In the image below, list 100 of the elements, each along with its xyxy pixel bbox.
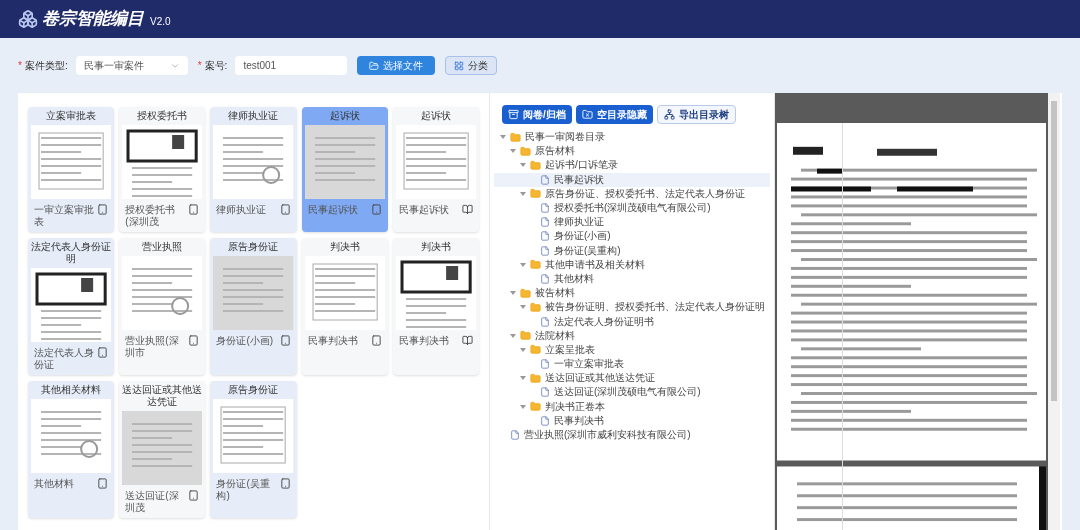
thumbnail-card[interactable]: 起诉状 民事起诉状 bbox=[392, 107, 479, 232]
thumbnail-card[interactable]: 原告身份证 身份证(小画) bbox=[210, 238, 297, 375]
tree-item[interactable]: 起诉书/口诉笔录 bbox=[494, 158, 770, 173]
select-file-button[interactable]: 选择文件 bbox=[357, 56, 436, 75]
tree-item[interactable]: 律师执业证 bbox=[494, 215, 770, 230]
required-mark: * bbox=[197, 59, 202, 73]
tree-item[interactable]: 营业执照(深圳市威利安科技有限公司) bbox=[494, 427, 770, 443]
tablet-icon[interactable] bbox=[97, 204, 109, 215]
tree-label: 法院材料 bbox=[535, 329, 575, 342]
card-label: 律师执业证 bbox=[216, 204, 267, 216]
thumbnail-card[interactable]: 法定代表人身份证明 法定代表人身份证 bbox=[28, 238, 115, 375]
folder-icon bbox=[530, 401, 541, 413]
tablet-icon[interactable] bbox=[188, 490, 200, 501]
tree-item[interactable]: 其他材料 bbox=[494, 271, 770, 287]
tree-item[interactable]: 身份证(吴重构) bbox=[494, 243, 770, 258]
card-title: 送达回证或其他送达凭证 bbox=[122, 384, 203, 408]
folder-icon bbox=[530, 259, 541, 271]
folder-icon bbox=[520, 330, 531, 342]
tree-item[interactable]: 一审立案审批表 bbox=[494, 357, 770, 372]
scrollbar-thumb[interactable] bbox=[1051, 101, 1057, 401]
card-label: 身份证(吴重构) bbox=[216, 478, 271, 502]
caret-icon[interactable] bbox=[520, 403, 526, 410]
tree-label: 其他申请书及相关材料 bbox=[545, 258, 645, 271]
thumbnail-card[interactable]: 授权委托书 授权委托书(深圳茂 bbox=[119, 107, 206, 232]
file-icon bbox=[540, 415, 550, 426]
tree-item[interactable]: 原告材料 bbox=[494, 144, 770, 159]
tree-label: 送达回证或其他送达凭证 bbox=[545, 372, 655, 385]
thumbnail-card[interactable]: 立案审批表 一审立案审批表 bbox=[28, 107, 115, 232]
tablet-icon[interactable] bbox=[370, 335, 382, 346]
folder-icon bbox=[520, 145, 531, 157]
card-label: 民事判决书 bbox=[398, 335, 449, 347]
file-icon bbox=[540, 245, 550, 256]
tablet-icon[interactable] bbox=[188, 204, 200, 215]
thumbnail-card[interactable]: 其他相关材料 其他材料 bbox=[28, 381, 115, 518]
tree-label: 律师执业证 bbox=[554, 216, 604, 229]
required-mark: * bbox=[18, 59, 22, 73]
toolbar-button[interactable]: 空目录隐藏 bbox=[575, 105, 653, 124]
tree-item[interactable]: 原告身份证、授权委托书、法定代表人身份证 bbox=[494, 186, 770, 201]
tree-item[interactable]: 民事判决书 bbox=[494, 413, 770, 428]
caret-icon[interactable] bbox=[520, 261, 526, 268]
toolbar-button[interactable]: 导出目录树 bbox=[656, 105, 736, 124]
file-icon bbox=[540, 316, 550, 327]
tree-item[interactable]: 判决书正卷本 bbox=[494, 399, 770, 414]
thumbnail-card[interactable]: 送达回证或其他送达凭证 送达回证(深圳茂 bbox=[119, 381, 206, 518]
tablet-icon[interactable] bbox=[97, 478, 109, 489]
card-title: 营业执照 bbox=[141, 241, 184, 253]
tablet-icon[interactable] bbox=[279, 204, 291, 215]
card-title: 原告身份证 bbox=[227, 384, 280, 396]
tree-item[interactable]: 立案呈批表 bbox=[494, 342, 770, 357]
file-icon bbox=[540, 273, 550, 284]
case-number-label: 案号: bbox=[204, 59, 228, 73]
tree-item[interactable]: 送达回证或其他送达凭证 bbox=[494, 371, 770, 386]
tablet-icon[interactable] bbox=[279, 335, 291, 346]
tree-label: 起诉书/口诉笔录 bbox=[545, 159, 618, 172]
folder-icon bbox=[530, 344, 541, 356]
tree-label: 立案呈批表 bbox=[545, 343, 595, 356]
app-title: 卷宗智能编目 bbox=[42, 8, 144, 31]
tree-label: 被告材料 bbox=[535, 287, 575, 300]
folder-icon bbox=[581, 109, 593, 120]
thumbnail-card[interactable]: 判决书 民事判决书 bbox=[301, 238, 388, 375]
tree-item[interactable]: 身份证(小画) bbox=[494, 229, 770, 244]
tablet-icon[interactable] bbox=[370, 204, 382, 215]
tablet-icon[interactable] bbox=[188, 335, 200, 346]
file-icon bbox=[540, 203, 550, 214]
tree-item[interactable]: 被告材料 bbox=[494, 286, 770, 301]
tree-label: 身份证(吴重构) bbox=[554, 244, 621, 257]
caret-icon[interactable] bbox=[520, 375, 526, 382]
book-icon[interactable] bbox=[462, 335, 473, 346]
file-icon bbox=[540, 217, 550, 228]
tree-item[interactable]: 被告身份证明、授权委托书、法定代表人身份证明 bbox=[494, 300, 770, 315]
classify-button[interactable]: 分类 bbox=[445, 56, 498, 75]
tree-item[interactable]: 法院材料 bbox=[494, 328, 770, 343]
tablet-icon[interactable] bbox=[97, 347, 109, 358]
case-number-field[interactable]: test001 bbox=[235, 56, 348, 75]
version-label: V2.0 bbox=[150, 14, 171, 29]
tree-item[interactable]: 授权委托书(深圳茂硕电气有限公司) bbox=[494, 200, 770, 216]
tablet-icon[interactable] bbox=[279, 478, 291, 489]
tree-label: 授权委托书(深圳茂硕电气有限公司) bbox=[554, 202, 711, 215]
thumbnail-card[interactable]: 起诉状 民事起诉状 bbox=[301, 107, 388, 232]
card-label: 一审立案审批表 bbox=[34, 204, 95, 228]
thumbnail-card[interactable]: 判决书 民事判决书 bbox=[392, 238, 479, 375]
book-icon[interactable] bbox=[462, 204, 473, 215]
tree-item[interactable]: 民事一审阅卷目录 bbox=[494, 130, 770, 145]
card-title: 律师执业证 bbox=[227, 110, 280, 122]
caret-icon[interactable] bbox=[520, 190, 526, 197]
thumbnail-card[interactable]: 原告身份证 身份证(吴重构) bbox=[210, 381, 297, 518]
card-label: 民事起诉状 bbox=[307, 204, 358, 216]
tree-item[interactable]: 民事起诉状 bbox=[494, 172, 770, 187]
case-type-select[interactable]: 民事一审案件 bbox=[75, 56, 188, 75]
tree-item[interactable]: 送达回证(深圳茂硕电气有限公司) bbox=[494, 385, 770, 400]
tree-item[interactable]: 其他申请书及相关材料 bbox=[494, 257, 770, 272]
thumbnail-card[interactable]: 营业执照 营业执照(深圳市 bbox=[119, 238, 206, 375]
card-label: 民事起诉状 bbox=[398, 204, 449, 216]
file-icon bbox=[510, 430, 520, 441]
tree-item[interactable]: 法定代表人身份证明书 bbox=[494, 314, 770, 329]
tree-label: 送达回证(深圳茂硕电气有限公司) bbox=[554, 386, 701, 399]
card-title: 授权委托书 bbox=[136, 110, 189, 122]
card-label: 送达回证(深圳茂 bbox=[125, 490, 180, 514]
toolbar-button[interactable]: 阅卷/归档 bbox=[502, 105, 572, 124]
thumbnail-card[interactable]: 律师执业证 律师执业证 bbox=[210, 107, 297, 232]
